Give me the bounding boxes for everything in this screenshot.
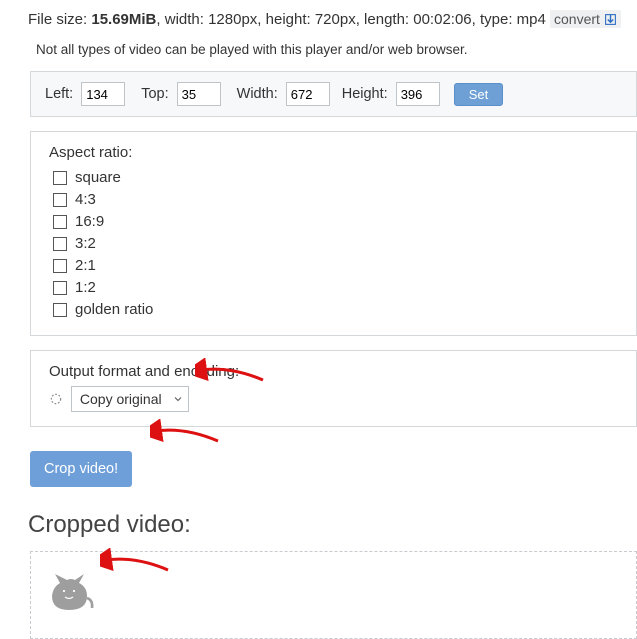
file-size-value: 15.69MiB [91, 11, 156, 28]
convert-label: convert [554, 11, 600, 27]
aspect-checkbox[interactable] [53, 237, 67, 251]
aspect-option-label: golden ratio [75, 301, 153, 318]
compatibility-note: Not all types of video can be played wit… [36, 42, 637, 57]
aspect-option-label: 1:2 [75, 279, 96, 296]
aspect-ratio-panel: Aspect ratio: square 4:3 16:9 3:2 2:1 1:2 gold… [30, 131, 637, 336]
aspect-option-label: 2:1 [75, 257, 96, 274]
aspect-checkbox[interactable] [53, 171, 67, 185]
aspect-option-label: 3:2 [75, 235, 96, 252]
convert-button[interactable]: convert [550, 10, 621, 28]
aspect-option: 3:2 [49, 233, 618, 255]
file-info-line: File size: 15.69MiB, width: 1280px, heig… [28, 10, 637, 28]
cropped-video-heading: Cropped video: [28, 511, 637, 539]
height-label: Height: [342, 86, 388, 102]
aspect-ratio-title: Aspect ratio: [49, 144, 618, 161]
aspect-checkbox[interactable] [53, 215, 67, 229]
width-input[interactable] [286, 82, 330, 106]
cropped-video-result [30, 551, 637, 639]
file-size-prefix: File size: [28, 11, 91, 28]
aspect-option: 2:1 [49, 255, 618, 277]
crop-coordinates-panel: Left: Top: Width: Height: Set [30, 71, 637, 117]
aspect-checkbox[interactable] [53, 193, 67, 207]
output-format-title: Output format and encoding: [49, 363, 618, 380]
cat-placeholder-icon [47, 570, 95, 614]
aspect-option: square [49, 167, 618, 189]
aspect-checkbox[interactable] [53, 259, 67, 273]
loading-spinner-icon [49, 392, 63, 406]
width-label: Width: [237, 86, 278, 102]
aspect-option-label: 16:9 [75, 213, 104, 230]
top-label: Top: [141, 86, 168, 102]
file-info-rest: , width: 1280px, height: 720px, length: … [156, 11, 545, 28]
aspect-option: 1:2 [49, 277, 618, 299]
aspect-ratio-list: square 4:3 16:9 3:2 2:1 1:2 golden ratio [49, 167, 618, 321]
set-button[interactable]: Set [454, 83, 504, 106]
top-input[interactable] [177, 82, 221, 106]
height-input[interactable] [396, 82, 440, 106]
aspect-checkbox[interactable] [53, 281, 67, 295]
aspect-option-label: 4:3 [75, 191, 96, 208]
chevron-down-icon [172, 393, 184, 405]
aspect-option-label: square [75, 169, 121, 186]
output-format-panel: Output format and encoding: Copy origina… [30, 350, 637, 427]
download-icon [604, 13, 617, 26]
crop-video-button[interactable]: Crop video! [30, 451, 132, 487]
aspect-option: 16:9 [49, 211, 618, 233]
aspect-option: 4:3 [49, 189, 618, 211]
aspect-checkbox[interactable] [53, 303, 67, 317]
output-format-select[interactable]: Copy original [71, 386, 189, 412]
aspect-option: golden ratio [49, 299, 618, 321]
left-input[interactable] [81, 82, 125, 106]
left-label: Left: [45, 86, 73, 102]
output-format-selected: Copy original [80, 391, 162, 407]
